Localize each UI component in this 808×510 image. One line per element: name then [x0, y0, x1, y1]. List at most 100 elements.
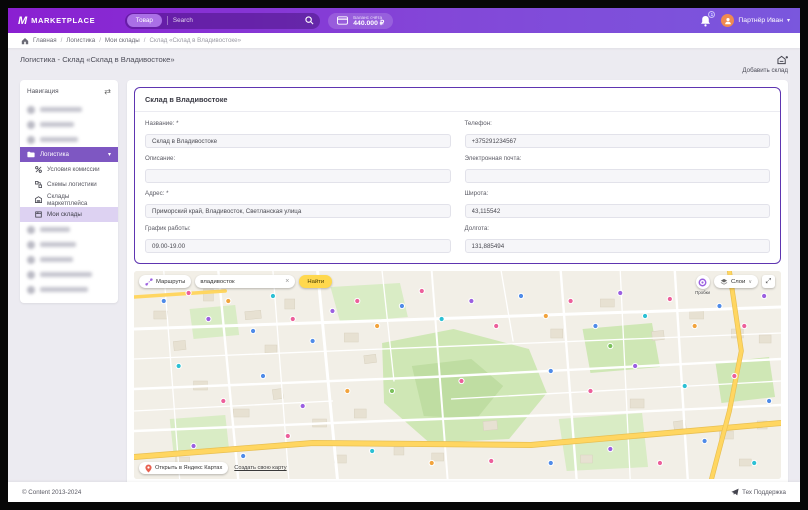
sidebar-item-marketplace-warehouses[interactable]: Склады маркетплейса — [20, 192, 118, 207]
sidebar-item-my-warehouses[interactable]: Мои склады — [20, 207, 118, 222]
sidebar-item-blurred[interactable] — [20, 222, 118, 237]
blurred-label — [40, 122, 74, 127]
sidebar-item-blurred[interactable] — [20, 117, 118, 132]
chevron-down-icon: ∨ — [748, 279, 752, 285]
breadcrumb-separator: / — [144, 37, 146, 44]
breadcrumb-item-current: Склад «Склад в Владивостоке» — [149, 37, 241, 44]
header-search-bar: Товар — [125, 13, 320, 29]
balance-widget[interactable]: Баланс счёта 440.000 ₽ — [328, 13, 393, 29]
sidebar-item-logistics[interactable]: Логистика ▾ — [20, 147, 118, 162]
email-input[interactable] — [465, 169, 771, 183]
sidebar-item-logistics-schemes[interactable]: Схемы логистики — [20, 177, 118, 192]
swap-icon[interactable]: ⇄ — [104, 87, 111, 96]
open-in-yandex-button[interactable]: Открыть в Яндекс Картах — [139, 462, 228, 474]
add-warehouse-icon — [777, 55, 788, 65]
map-widget[interactable]: Маршруты × Найти — [134, 271, 781, 479]
description-input[interactable] — [145, 169, 451, 183]
sidebar-item-blurred[interactable] — [20, 282, 118, 297]
breadcrumb-item-logistics[interactable]: Логистика — [66, 37, 95, 44]
address-input[interactable] — [145, 204, 451, 218]
notifications-button[interactable]: 1 — [700, 14, 713, 27]
content-area: Логистика - Склад «Склад в Владивостоке»… — [8, 48, 800, 486]
divider — [167, 16, 168, 25]
field-schedule: График работы: — [145, 225, 451, 253]
route-icon — [145, 278, 153, 286]
top-bar: M MARKETPLACE Товар Баланс счёта 440.000… — [8, 8, 800, 33]
breadcrumb: Главная / Логистика / Мои склады / Склад… — [8, 33, 800, 48]
sidebar-item-blurred[interactable] — [20, 102, 118, 117]
longitude-input[interactable] — [465, 239, 771, 253]
add-warehouse-button[interactable]: Добавить склад — [742, 55, 788, 74]
scheme-icon — [34, 181, 42, 189]
blurred-icon — [27, 256, 35, 264]
sidebar-item-blurred[interactable] — [20, 267, 118, 282]
field-email: Электронная почта: — [465, 155, 771, 183]
blurred-label — [40, 137, 78, 142]
person-icon — [724, 17, 732, 25]
sidebar-item-blurred[interactable] — [20, 237, 118, 252]
field-latitude: Широта: — [465, 190, 771, 218]
chevron-down-icon: ▾ — [787, 17, 790, 24]
sidebar-title: Навигация — [27, 88, 59, 95]
fullscreen-icon[interactable]: ⤢ — [762, 275, 775, 288]
sidebar-item-label: Склады маркетплейса — [47, 193, 111, 207]
sidebar: Навигация ⇄ Логистика ▾ — [20, 80, 118, 303]
clear-icon[interactable]: × — [284, 278, 290, 285]
blurred-label — [40, 227, 70, 232]
blurred-label — [40, 287, 88, 292]
percent-icon — [34, 166, 42, 174]
search-icon[interactable] — [305, 16, 314, 25]
map-search-box: × — [195, 275, 295, 288]
support-label: Тех Поддержка — [742, 489, 786, 496]
telegram-icon — [731, 488, 739, 496]
map-canvas[interactable] — [134, 271, 781, 479]
map-find-button[interactable]: Найти — [299, 275, 332, 288]
main-card: Склад в Владивостоке Название: * Телефон… — [127, 80, 788, 486]
name-input[interactable] — [145, 134, 451, 148]
avatar — [721, 14, 734, 27]
search-input[interactable] — [173, 17, 300, 24]
sidebar-item-commission-terms[interactable]: Условия комиссии — [20, 162, 118, 177]
breadcrumb-item-home[interactable]: Главная — [33, 37, 57, 44]
blurred-icon — [27, 271, 35, 279]
phone-input[interactable] — [465, 134, 771, 148]
chevron-down-icon: ▾ — [108, 151, 111, 158]
latitude-input[interactable] — [465, 204, 771, 218]
blurred-icon — [27, 286, 35, 294]
map-traffic-button[interactable]: Пробки — [695, 275, 710, 295]
blurred-icon — [27, 226, 35, 234]
breadcrumb-separator: / — [99, 37, 101, 44]
field-label: Адрес: * — [145, 190, 451, 197]
blurred-label — [40, 257, 73, 262]
map-routes-button[interactable]: Маршруты — [139, 275, 191, 288]
form-title: Склад в Владивостоке — [135, 88, 780, 112]
home-icon[interactable] — [21, 37, 29, 45]
box-icon — [34, 211, 42, 219]
page-title: Логистика - Склад «Склад в Владивостоке» — [20, 55, 175, 64]
breadcrumb-separator: / — [61, 37, 63, 44]
map-traffic-label: Пробки — [695, 290, 710, 295]
breadcrumb-item-warehouses[interactable]: Мои склады — [105, 37, 140, 44]
blurred-label — [40, 272, 92, 277]
sidebar-item-blurred[interactable] — [20, 252, 118, 267]
marketplace-logo[interactable]: M MARKETPLACE — [18, 15, 95, 27]
blurred-label — [40, 107, 82, 112]
field-address: Адрес: * — [145, 190, 451, 218]
wallet-icon — [337, 16, 348, 25]
blurred-icon — [27, 241, 35, 249]
warehouse-form-panel: Склад в Владивостоке Название: * Телефон… — [134, 87, 781, 264]
support-link[interactable]: Тех Поддержка — [731, 488, 786, 496]
balance-label: Баланс счёта — [353, 15, 384, 20]
create-map-link[interactable]: Создать свою карту — [234, 465, 286, 471]
schedule-input[interactable] — [145, 239, 451, 253]
blurred-icon — [27, 121, 35, 129]
yandex-pin-icon — [145, 464, 152, 473]
notification-badge: 1 — [708, 11, 715, 18]
map-search-input[interactable] — [200, 279, 284, 285]
map-layers-button[interactable]: Слои ∨ — [714, 275, 758, 288]
product-filter-button[interactable]: Товар — [127, 14, 162, 27]
sidebar-item-blurred[interactable] — [20, 132, 118, 147]
user-name: Партнёр Иван — [738, 17, 783, 24]
layers-icon — [720, 278, 728, 286]
user-menu[interactable]: Партнёр Иван ▾ — [721, 14, 790, 27]
